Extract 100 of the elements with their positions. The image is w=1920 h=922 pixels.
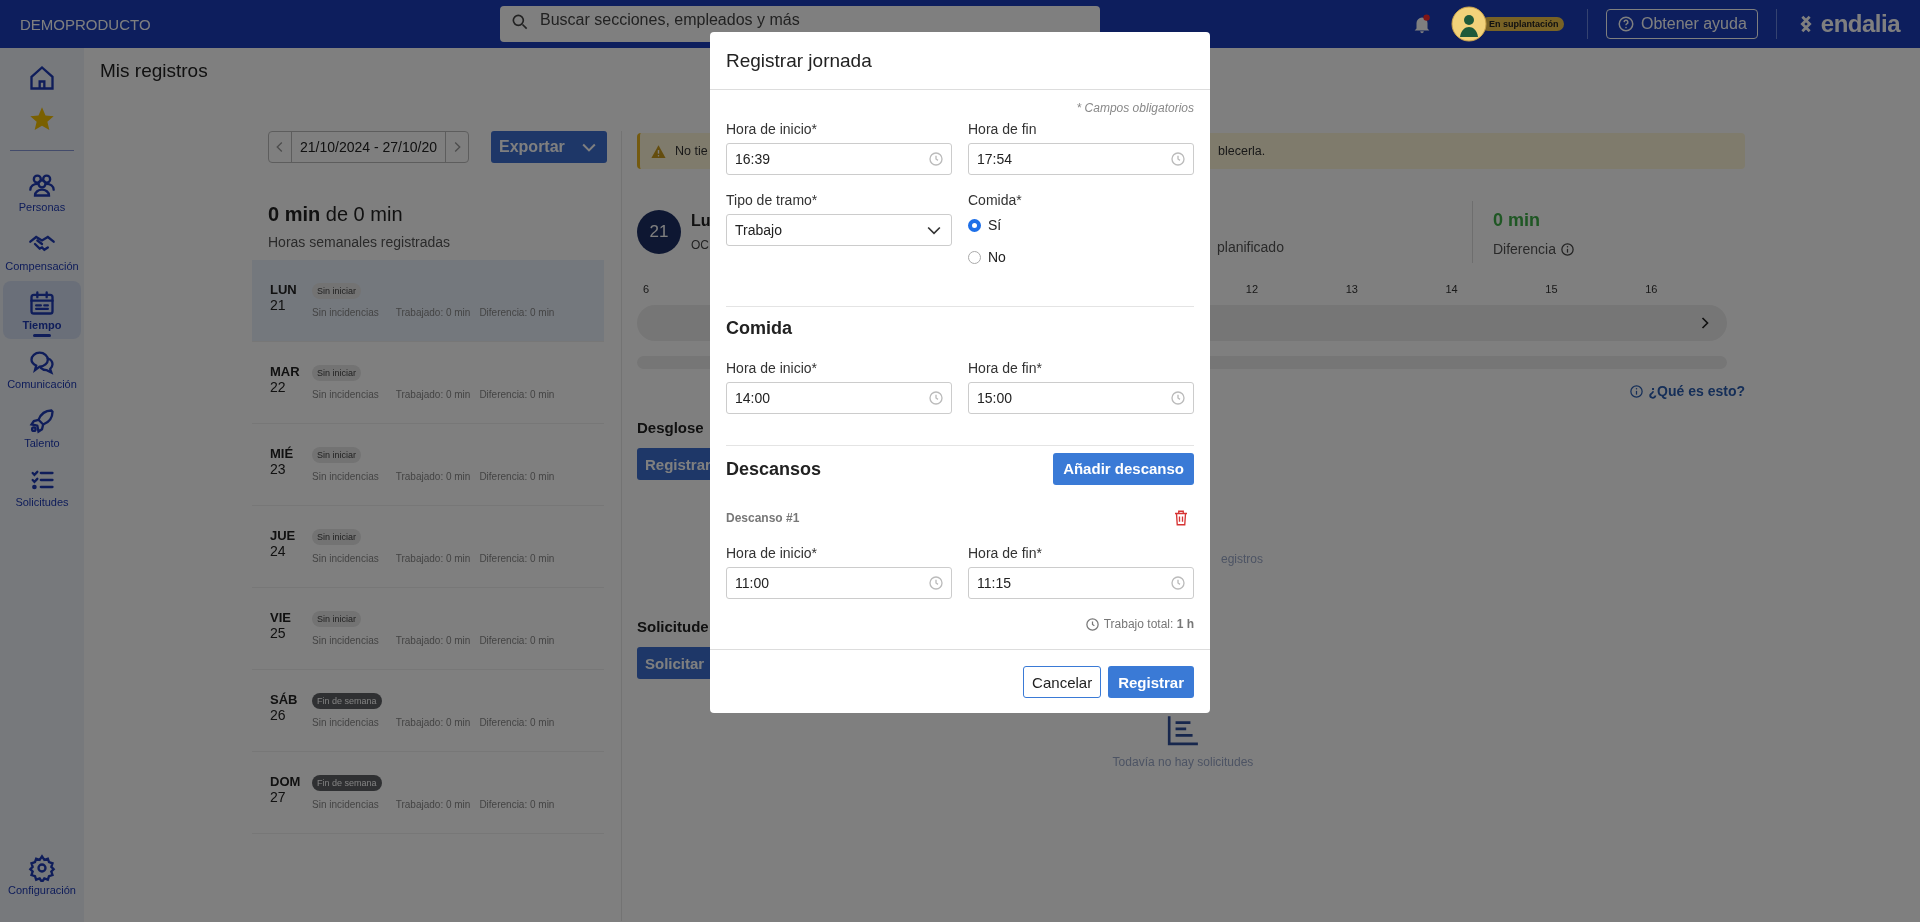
nav-item[interactable]: Compensación [3,222,81,280]
clock-icon [1170,151,1186,167]
day-date: 26 [270,707,287,723]
list-icon [1166,713,1200,747]
day-subtitle: OC [691,238,710,252]
section-heading: Comida [726,318,793,339]
help-icon [1616,15,1635,33]
help-button[interactable]: Obtener ayuda [1605,9,1758,39]
nav-item[interactable]: Comunicación [3,340,81,398]
clock-icon [928,151,944,167]
incidents-text: Sin incidencias [312,635,379,646]
search-icon [510,12,530,32]
day-title: Lu [691,212,711,230]
difference-value: 0 min [1492,210,1541,231]
radio-label[interactable]: No [988,249,1006,265]
required-note: * Campos obligatorios [1075,101,1194,115]
hour-tick: 13 [1345,283,1358,295]
page-title: Mis registros [100,60,208,83]
add-break-button[interactable]: Añadir descanso [1053,453,1194,485]
nav-item[interactable]: Talento [3,399,81,457]
planned-label: planificado [1217,239,1285,257]
time-field[interactable]: 14:00 [726,382,952,414]
field-label: Hora de inicio* [726,360,819,376]
clock-icon [1084,616,1100,632]
day-date: 21 [270,297,287,313]
section-heading: Desglose [637,419,704,436]
calendar-icon [28,289,56,317]
status-badge: Fin de semana [312,693,382,709]
nav-item[interactable]: Configuración [3,846,81,904]
dialog-title: Registrar jornada [726,49,872,72]
banner-text: blecerla. [1218,144,1266,158]
status-badge: Sin iniciar [312,611,361,627]
clock-icon [928,575,944,591]
time-field[interactable]: 15:00 [968,382,1194,414]
banner-text: No tie [675,144,708,158]
day-date: 23 [270,461,287,477]
incidents-text: Sin incidencias [312,389,379,400]
day-name: MIÉ [270,446,295,461]
difference-label: Diferencia [1492,241,1556,257]
radio-button[interactable] [968,218,981,232]
clock-icon [1170,575,1186,591]
export-button[interactable]: Exportar [491,131,607,163]
section-heading: Solicitude [637,618,709,635]
day-date: 27 [270,789,287,805]
incidents-text: Sin incidencias [312,553,379,564]
nav-item[interactable]: Solicitudes [3,458,81,516]
hour-tick: 16 [1645,283,1658,295]
radio-label[interactable]: Sí [988,217,1002,233]
time-field[interactable]: 17:54 [968,143,1194,175]
day-name: SÁB [270,692,299,707]
field-label: Hora de inicio* [726,545,819,561]
star-icon[interactable] [28,105,56,133]
nav-item[interactable]: Tiempo [3,281,81,339]
day-name: VIE [270,610,292,625]
field-label: Comida* [968,192,1023,208]
clock-icon [928,390,944,406]
section-heading: Descansos [726,458,822,480]
status-badge: Sin iniciar [312,283,361,299]
status-badge: Fin de semana [312,775,382,791]
avatar[interactable] [1450,6,1487,42]
status-badge: Sin iniciar [312,365,361,381]
submit-button[interactable]: Registrar [1108,666,1194,698]
logo-text: endalia [1820,10,1900,38]
field-label: Tipo de tramo* [726,192,819,208]
day-name: LUN [270,282,298,297]
status-badge: Sin iniciar [312,447,361,463]
total-work-text: Trabajo total: 1 h [1103,616,1194,632]
incidents-text: Sin incidencias [312,799,379,810]
time-field[interactable]: 11:15 [968,567,1194,599]
rocket-icon [28,407,56,435]
time-field[interactable]: 11:00 [726,567,952,599]
settings-icon [28,854,56,882]
day-date: 24 [270,543,287,559]
break-title: Descanso #1 [726,510,800,526]
help-link[interactable]: ¿Qué es esto? [1628,383,1745,399]
info-icon [1628,383,1644,399]
brand-name: DEMOPRODUCTO [20,15,152,33]
segment-type-select[interactable]: Trabajo [726,214,952,246]
status-badge: Sin iniciar [312,529,361,545]
incidents-text: Sin incidencias [312,717,379,728]
nav-item[interactable]: Personas [3,163,81,221]
day-date: 22 [270,379,287,395]
hour-tick: 6 [643,283,650,295]
day-name: MAR [270,364,301,379]
field-label: Hora de fin* [968,545,1043,561]
weekly-total: 0 min de 0 min [268,203,404,226]
info-icon[interactable] [1560,241,1575,257]
day-name: JUE [270,528,297,543]
hour-tick: 12 [1245,283,1259,295]
field-label: Hora de fin [968,121,1038,137]
cancel-button[interactable]: Cancelar [1023,666,1102,698]
hour-tick: 14 [1445,283,1458,295]
day-name: DOM [270,774,302,789]
field-label: Hora de fin* [968,360,1043,376]
hour-tick: 15 [1545,283,1558,295]
date-badge: 21 [637,210,681,254]
trash-icon[interactable] [1172,509,1190,527]
incidents-text: Sin incidencias [312,471,379,482]
time-field[interactable]: 16:39 [726,143,952,175]
home-icon[interactable] [28,64,56,92]
